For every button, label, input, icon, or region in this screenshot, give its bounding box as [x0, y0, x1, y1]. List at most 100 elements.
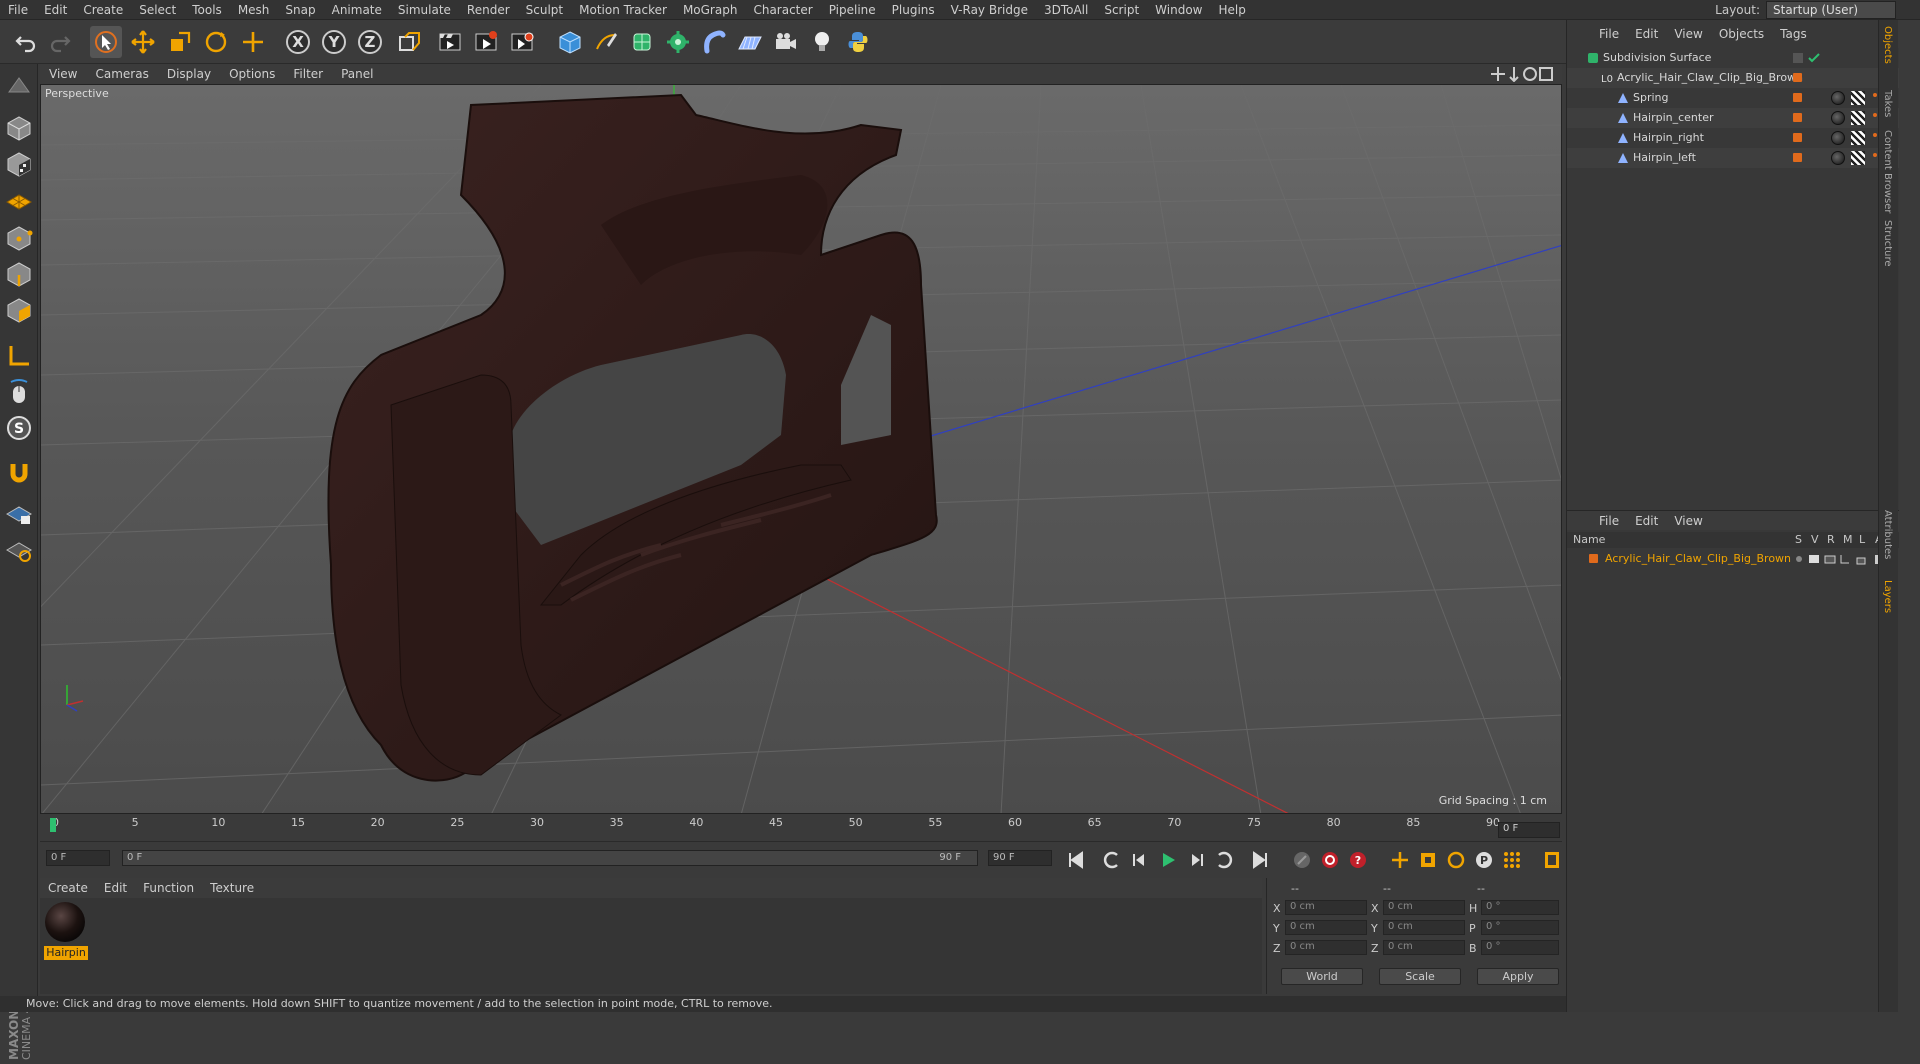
- y-axis-icon[interactable]: Y: [318, 26, 350, 58]
- go-to-start-icon[interactable]: [1064, 848, 1088, 872]
- planar-workplane-icon[interactable]: [3, 534, 35, 566]
- object-row-subdivision-surface[interactable]: Subdivision Surface: [1567, 48, 1899, 68]
- magnet-icon[interactable]: [3, 456, 35, 488]
- points-mode-icon[interactable]: [3, 222, 35, 254]
- material-menu-texture[interactable]: Texture: [202, 881, 262, 895]
- layers-menu-edit[interactable]: Edit: [1627, 514, 1666, 528]
- previous-frame-icon[interactable]: [1128, 848, 1152, 872]
- position-key-icon[interactable]: [1388, 848, 1412, 872]
- tab-takes[interactable]: Takes: [1882, 90, 1893, 117]
- z-axis-icon[interactable]: Z: [354, 26, 386, 58]
- menu-script[interactable]: Script: [1096, 3, 1147, 17]
- perspective-viewport[interactable]: Perspective Grid Spacing : 1 cm: [40, 84, 1562, 814]
- material-menu-create[interactable]: Create: [40, 881, 96, 895]
- viewport-menu-view[interactable]: View: [40, 67, 86, 81]
- tweak-mode-icon[interactable]: [3, 376, 35, 408]
- texture-tag-icon[interactable]: [1851, 91, 1865, 105]
- snap-icon[interactable]: S: [3, 412, 35, 444]
- menu-select[interactable]: Select: [131, 3, 184, 17]
- playhead-marker[interactable]: [50, 818, 56, 832]
- layout-dropdown[interactable]: Startup (User): [1766, 1, 1896, 19]
- apply-button[interactable]: Apply: [1477, 968, 1559, 985]
- material-hairpin[interactable]: Hairpin: [42, 900, 88, 960]
- object-row-hairpin-left[interactable]: Hairpin_left: [1567, 148, 1899, 168]
- polygons-mode-icon[interactable]: [3, 294, 35, 326]
- play-icon[interactable]: [1156, 848, 1180, 872]
- rotation-key-icon[interactable]: [1444, 848, 1468, 872]
- layer-row-acrylic-clip[interactable]: Acrylic_Hair_Claw_Clip_Big_Brown: [1567, 550, 1899, 568]
- size-z-field[interactable]: 0 cm: [1383, 940, 1465, 955]
- point-level-key-icon[interactable]: [1500, 848, 1524, 872]
- menu-mograph[interactable]: MoGraph: [675, 3, 746, 17]
- layer-toggle-icons[interactable]: [1793, 553, 1887, 565]
- tab-attributes[interactable]: Attributes: [1882, 510, 1893, 559]
- menu-vray-bridge[interactable]: V-Ray Bridge: [943, 3, 1036, 17]
- x-axis-icon[interactable]: X: [282, 26, 314, 58]
- object-row-spring[interactable]: Spring: [1567, 88, 1899, 108]
- menu-file[interactable]: File: [0, 3, 36, 17]
- tab-content-browser[interactable]: Content Browser: [1882, 130, 1893, 213]
- tab-structure[interactable]: Structure: [1882, 220, 1893, 267]
- autokey-icon[interactable]: [1318, 848, 1342, 872]
- viewport-menu-panel[interactable]: Panel: [332, 67, 382, 81]
- layers-menu-view[interactable]: View: [1666, 514, 1710, 528]
- render-picture-viewer-icon[interactable]: [470, 26, 502, 58]
- move-icon[interactable]: [127, 26, 159, 58]
- object-row-hairpin-center[interactable]: Hairpin_center: [1567, 108, 1899, 128]
- menu-tools[interactable]: Tools: [184, 3, 230, 17]
- material-tag-icon[interactable]: [1831, 91, 1845, 105]
- menu-sculpt[interactable]: Sculpt: [518, 3, 571, 17]
- objects-menu-tags[interactable]: Tags: [1772, 27, 1815, 41]
- size-mode-dropdown[interactable]: Scale: [1379, 968, 1461, 985]
- visibility-checkmark-icon[interactable]: [1793, 52, 1823, 64]
- redo-icon[interactable]: [44, 26, 76, 58]
- position-y-field[interactable]: 0 cm: [1285, 920, 1367, 935]
- layers-menu-file[interactable]: File: [1591, 514, 1627, 528]
- texture-tag-icon[interactable]: [1851, 151, 1865, 165]
- menu-create[interactable]: Create: [75, 3, 131, 17]
- floor-icon[interactable]: [734, 26, 766, 58]
- rotation-b-field[interactable]: 0 °: [1481, 940, 1559, 955]
- parameter-key-icon[interactable]: P: [1472, 848, 1496, 872]
- menu-pipeline[interactable]: Pipeline: [821, 3, 884, 17]
- workplane-icon[interactable]: [3, 184, 35, 216]
- tab-layers[interactable]: Layers: [1882, 580, 1893, 613]
- object-row-hairpin-right[interactable]: Hairpin_right: [1567, 128, 1899, 148]
- light-icon[interactable]: [806, 26, 838, 58]
- rotate-icon[interactable]: [200, 26, 232, 58]
- timeline-window-icon[interactable]: [1540, 848, 1564, 872]
- pen-spline-icon[interactable]: [590, 26, 622, 58]
- coordinate-system-icon[interactable]: [392, 26, 424, 58]
- render-view-icon[interactable]: [434, 26, 466, 58]
- menu-motion-tracker[interactable]: Motion Tracker: [571, 3, 675, 17]
- previous-key-icon[interactable]: [1100, 848, 1124, 872]
- make-editable-icon[interactable]: [3, 70, 35, 102]
- model-mode-icon[interactable]: [3, 112, 35, 144]
- frame-range-slider[interactable]: 0 F 90 F: [122, 850, 978, 866]
- position-z-field[interactable]: 0 cm: [1285, 940, 1367, 955]
- current-frame-field[interactable]: 0 F: [1498, 822, 1560, 838]
- cloner-icon[interactable]: [662, 26, 694, 58]
- tab-objects[interactable]: Objects: [1882, 26, 1893, 64]
- material-menu-edit[interactable]: Edit: [96, 881, 135, 895]
- objects-menu-edit[interactable]: Edit: [1627, 27, 1666, 41]
- size-y-field[interactable]: 0 cm: [1383, 920, 1465, 935]
- objects-menu-objects[interactable]: Objects: [1711, 27, 1772, 41]
- last-tool-icon[interactable]: [237, 26, 269, 58]
- next-frame-icon[interactable]: [1184, 848, 1208, 872]
- lock-workplane-icon[interactable]: [3, 498, 35, 530]
- axis-mode-icon[interactable]: [3, 340, 35, 372]
- rotation-h-field[interactable]: 0 °: [1481, 900, 1559, 915]
- menu-3dtoall[interactable]: 3DToAll: [1036, 3, 1096, 17]
- viewport-menu-options[interactable]: Options: [220, 67, 284, 81]
- material-tag-icon[interactable]: [1831, 131, 1845, 145]
- scale-key-icon[interactable]: [1416, 848, 1440, 872]
- next-key-icon[interactable]: [1212, 848, 1236, 872]
- material-tag-icon[interactable]: [1831, 151, 1845, 165]
- menu-window[interactable]: Window: [1147, 3, 1210, 17]
- python-icon[interactable]: [842, 26, 874, 58]
- subdivision-icon[interactable]: [626, 26, 658, 58]
- viewport-menu-display[interactable]: Display: [158, 67, 220, 81]
- undo-icon[interactable]: [10, 26, 42, 58]
- material-menu-function[interactable]: Function: [135, 881, 202, 895]
